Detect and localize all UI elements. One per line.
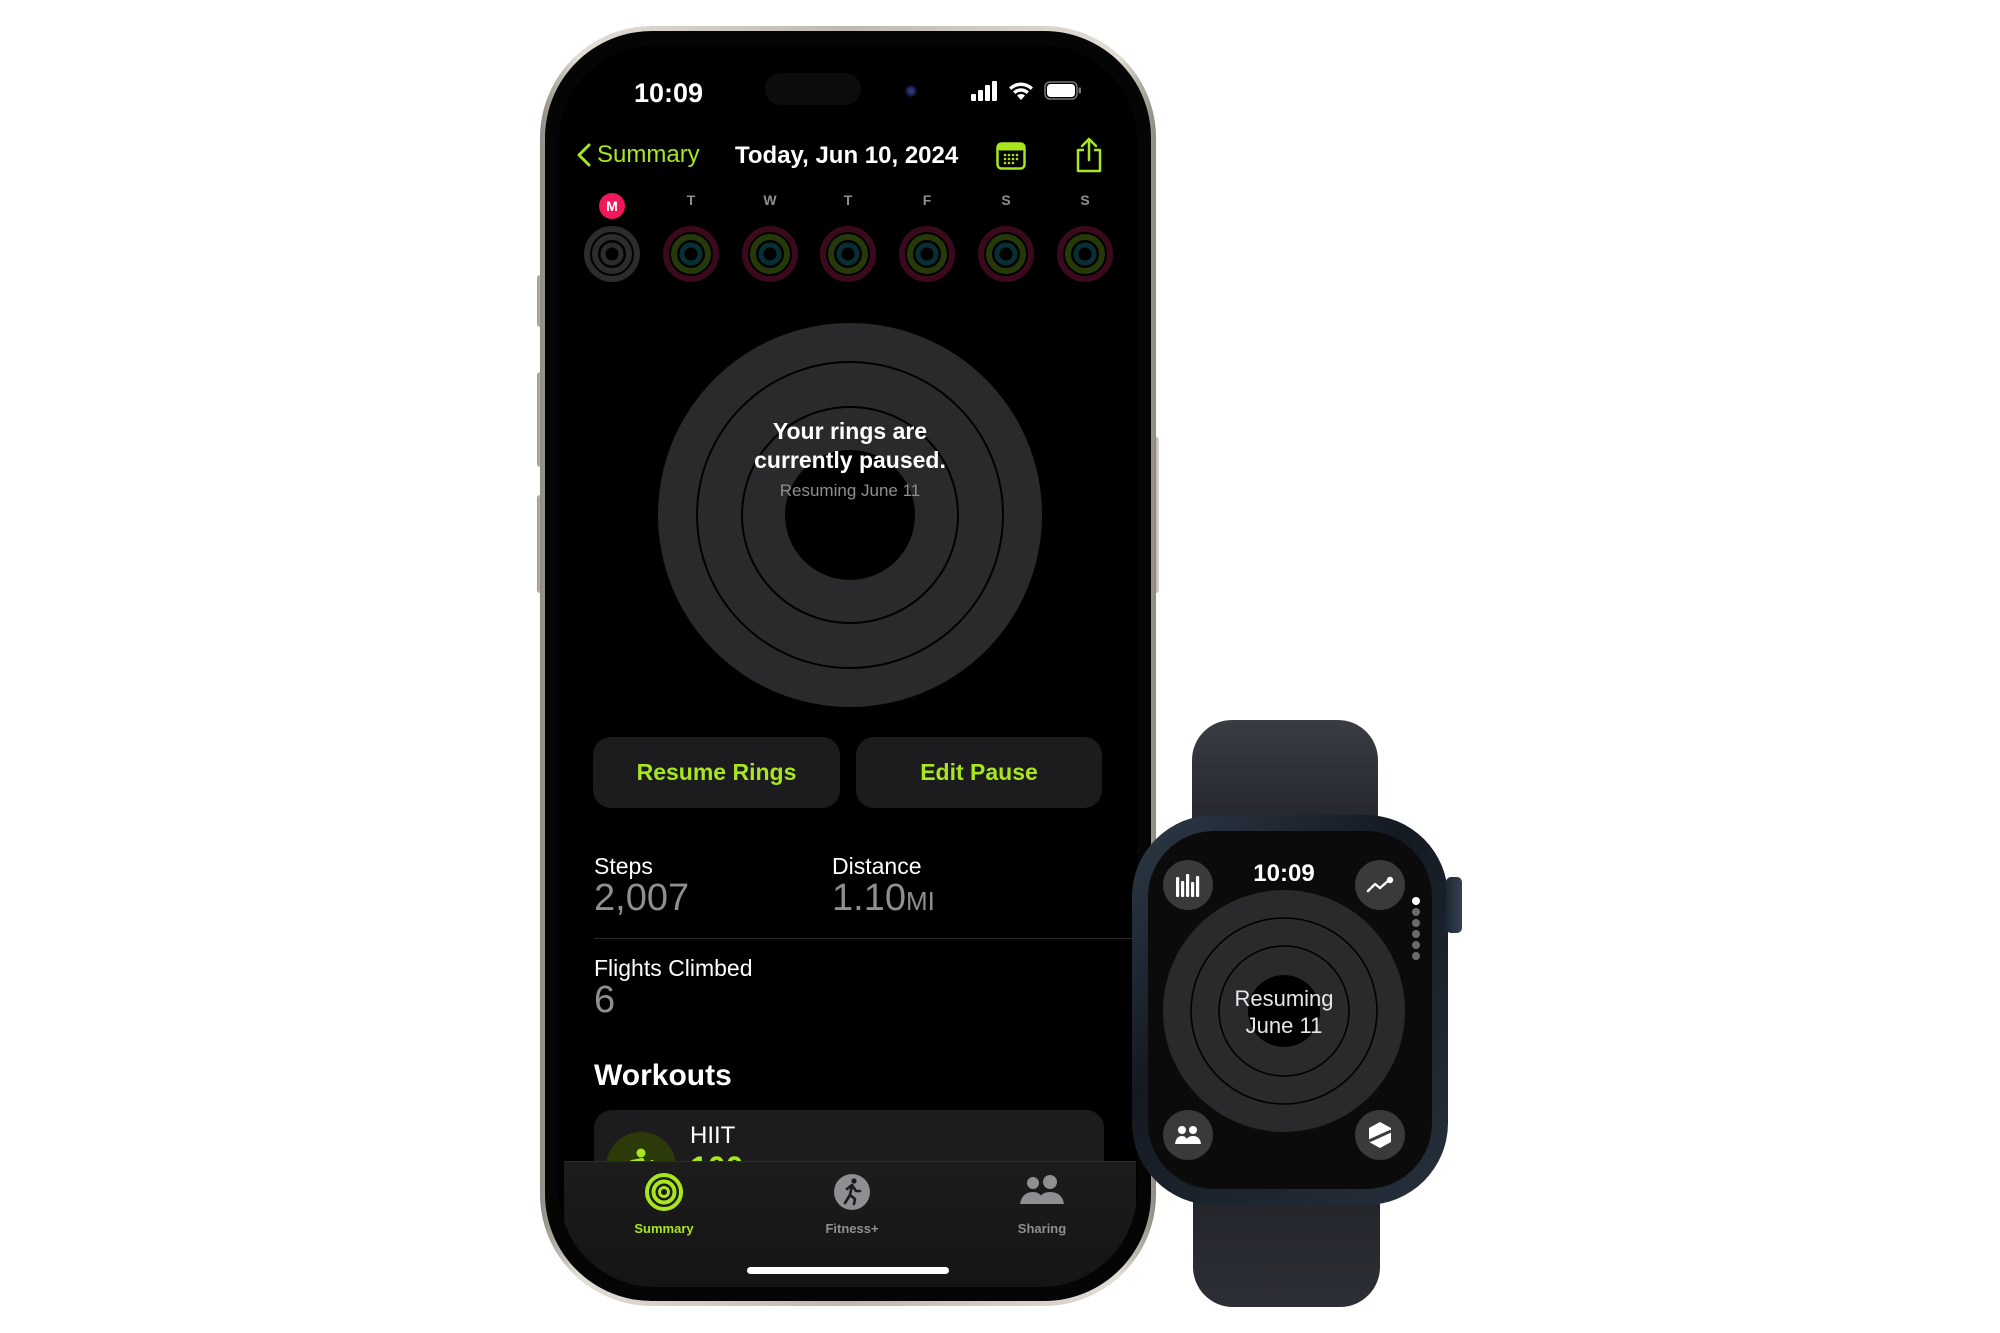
distance-label: Distance [832, 853, 922, 879]
wifi-icon [1009, 82, 1033, 100]
flights-label: Flights Climbed [594, 955, 753, 981]
flights-value: 6 [594, 979, 616, 1021]
paused-message-line2: currently paused. [754, 447, 946, 473]
stats-divider [594, 938, 1134, 939]
digital-crown[interactable] [1446, 877, 1462, 933]
paused-message: Your rings are currently paused. [700, 417, 1000, 475]
date-title: Today, Jun 10, 2024 [735, 142, 959, 169]
home-indicator[interactable] [747, 1267, 949, 1274]
phone-screen: 10:09 Summary Today, Jun 10, 2024 M T W … [559, 45, 1137, 1287]
back-button[interactable]: Summary [577, 141, 700, 169]
day-label[interactable]: F [912, 192, 942, 208]
day-label[interactable]: S [1070, 192, 1100, 208]
cellular-signal-icon [971, 81, 997, 101]
day-rings[interactable] [741, 225, 799, 283]
back-label: Summary [597, 141, 700, 168]
page-dot [1412, 897, 1420, 905]
day-rings[interactable] [662, 225, 720, 283]
workout-name: HIIT [690, 1122, 736, 1149]
battery-icon [1044, 81, 1081, 100]
page-dot [1412, 908, 1420, 916]
day-rings[interactable] [898, 225, 956, 283]
page-dot [1412, 952, 1420, 960]
distance-unit: MI [905, 886, 935, 916]
running-figure-icon [834, 1174, 870, 1210]
share-icon[interactable] [1074, 137, 1104, 173]
day-label[interactable]: S [991, 192, 1021, 208]
calendar-icon[interactable] [996, 142, 1026, 170]
page-dot [1412, 941, 1420, 949]
watch-time: 10:09 [1253, 860, 1315, 887]
day-rings[interactable] [819, 225, 877, 283]
workouts-heading: Workouts [594, 1059, 732, 1092]
tab-fitness-plus[interactable]: Fitness+ [792, 1172, 912, 1236]
day-rings[interactable] [977, 225, 1035, 283]
steps-label: Steps [594, 853, 653, 879]
distance-number: 1.10 [832, 877, 906, 919]
phone-bezel: 10:09 Summary Today, Jun 10, 2024 M T W … [545, 31, 1151, 1301]
camera-icon [905, 85, 917, 97]
iphone: 10:09 Summary Today, Jun 10, 2024 M T W … [540, 26, 1156, 1306]
edit-pause-button[interactable]: Edit Pause [856, 737, 1102, 808]
day-label[interactable]: W [755, 192, 785, 208]
chevron-left-icon [577, 143, 591, 167]
day-label[interactable]: T [833, 192, 863, 208]
watch-resume-message: Resuming June 11 [1214, 985, 1354, 1039]
resume-date: Resuming June 11 [779, 481, 921, 500]
resume-rings-button[interactable]: Resume Rings [593, 737, 840, 808]
day-label[interactable]: T [676, 192, 706, 208]
distance-value: 1.10MI [832, 877, 935, 920]
tab-label: Fitness+ [825, 1221, 879, 1236]
paused-message-line1: Your rings are [772, 418, 928, 444]
people-icon [1020, 1175, 1064, 1204]
dynamic-island [765, 73, 861, 105]
day-label[interactable]: M [599, 193, 625, 219]
tab-sharing[interactable]: Sharing [982, 1172, 1102, 1236]
activity-rings-icon [645, 1173, 683, 1211]
tab-label: Summary [634, 1221, 694, 1236]
watch-message-line2: June 11 [1245, 1013, 1323, 1038]
day-rings[interactable] [1056, 225, 1114, 283]
day-rings-paused[interactable] [583, 225, 641, 283]
paused-activity-rings [658, 323, 1042, 707]
tab-label: Sharing [1017, 1221, 1067, 1236]
status-time: 10:09 [634, 78, 704, 108]
page-dot [1412, 919, 1420, 927]
page-dot [1412, 930, 1420, 938]
watch-message-line1: Resuming [1234, 986, 1334, 1011]
tab-summary[interactable]: Summary [604, 1172, 724, 1236]
steps-value: 2,007 [594, 877, 690, 919]
